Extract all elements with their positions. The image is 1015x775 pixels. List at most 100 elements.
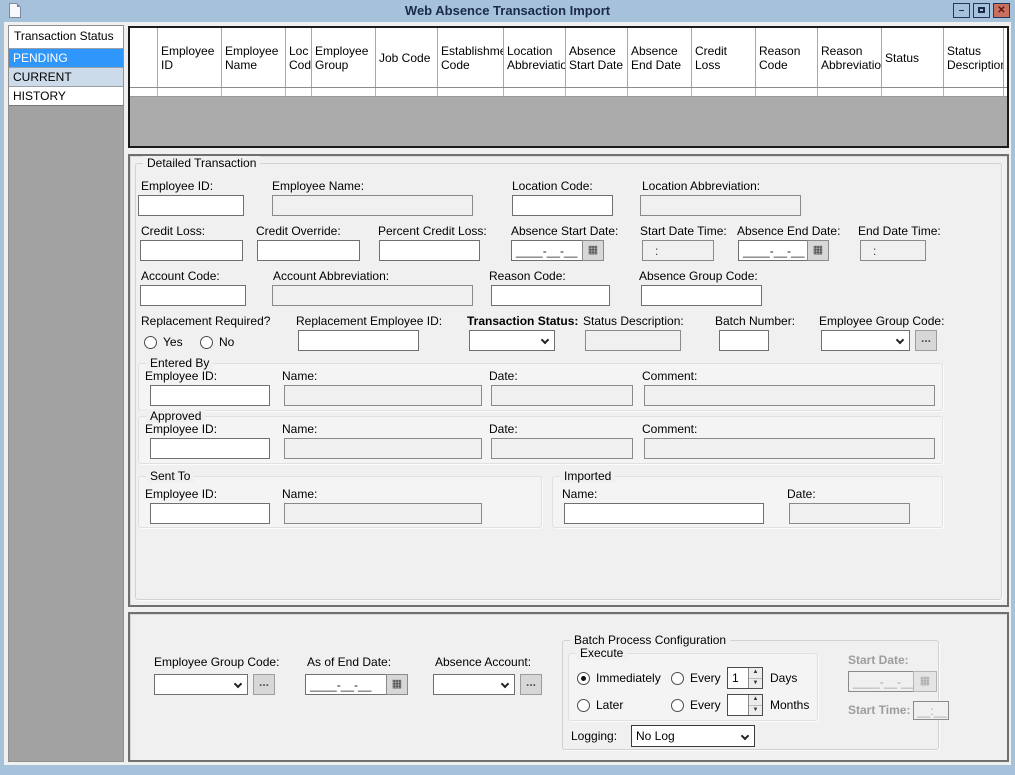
grid-column-header[interactable]: Status xyxy=(882,28,944,87)
imported-date-label: Date: xyxy=(787,487,816,501)
grid-column-header[interactable]: Absence Start Date xyxy=(566,28,628,87)
grid-column-header[interactable]: Job Code xyxy=(376,28,438,87)
logging-dropdown[interactable]: No Log xyxy=(631,725,755,747)
bottom-employee-group-code-dropdown[interactable] xyxy=(154,674,248,695)
grid-column-header[interactable]: Employee ID xyxy=(158,28,222,87)
replacement-no-radio[interactable] xyxy=(200,336,213,349)
absence-account-browse-button[interactable]: ... xyxy=(520,674,542,695)
grid-column-header[interactable]: Location Abbreviation xyxy=(504,28,566,87)
credit-override-field[interactable] xyxy=(257,240,360,261)
maximize-button[interactable] xyxy=(973,3,990,18)
chevron-down-icon xyxy=(233,679,243,689)
grid-empty-cell xyxy=(130,88,158,96)
start-time-field: __:__ xyxy=(913,701,949,720)
grid-column-header[interactable]: Employee Group xyxy=(312,28,376,87)
time-mask: : xyxy=(873,244,877,258)
credit-loss-label: Credit Loss: xyxy=(141,224,206,238)
days-spinner-value: 1 xyxy=(732,671,739,685)
approved-employee-id-field[interactable] xyxy=(150,438,270,459)
sent-to-employee-id-field[interactable] xyxy=(150,503,270,524)
grid-empty-cell xyxy=(944,88,1004,96)
approved-name-label: Name: xyxy=(282,422,318,436)
execute-later-radio[interactable] xyxy=(577,699,590,712)
percent-credit-loss-field[interactable] xyxy=(379,240,480,261)
execute-immediately-radio[interactable] xyxy=(577,672,590,685)
spinner-down-icon[interactable]: ▼ xyxy=(749,705,762,715)
replacement-employee-id-label: Replacement Employee ID: xyxy=(296,314,443,328)
sidebar-item-history[interactable]: HISTORY xyxy=(9,86,123,105)
grid-column-header[interactable]: Employee Name xyxy=(222,28,286,87)
reason-code-field[interactable] xyxy=(491,285,610,306)
time-mask: : xyxy=(655,244,659,258)
absence-group-code-label: Absence Group Code: xyxy=(639,269,758,283)
percent-credit-loss-label: Percent Credit Loss: xyxy=(378,224,487,238)
chevron-down-icon xyxy=(500,679,510,689)
chevron-down-icon xyxy=(895,335,905,345)
employee-name-field xyxy=(272,195,473,216)
replacement-employee-id-field[interactable] xyxy=(298,330,419,351)
days-spinner[interactable]: 1 ▲ ▼ xyxy=(727,667,763,689)
transaction-status-label: Transaction Status: xyxy=(467,314,579,328)
absence-end-date-field[interactable]: ____-__-__ xyxy=(738,240,808,261)
sent-to-title: Sent To xyxy=(146,469,195,483)
transaction-status-sidebar: Transaction Status PENDING CURRENT HISTORY xyxy=(8,25,124,762)
as-of-end-date-field[interactable]: ____-__-__ xyxy=(305,674,387,695)
close-button[interactable]: ✕ xyxy=(993,3,1010,18)
employee-id-label: Employee ID: xyxy=(141,179,214,193)
employee-group-code-browse-button[interactable]: ... xyxy=(915,330,937,351)
bottom-employee-group-code-label: Employee Group Code: xyxy=(154,655,280,669)
employee-id-field[interactable] xyxy=(138,195,244,216)
months-spinner[interactable]: ▲ ▼ xyxy=(727,694,763,716)
account-code-field[interactable] xyxy=(140,285,246,306)
grid-column-header[interactable]: Credit Loss xyxy=(692,28,756,87)
absence-group-code-field[interactable] xyxy=(641,285,762,306)
absence-account-dropdown[interactable] xyxy=(433,674,515,695)
absence-account-label: Absence Account: xyxy=(435,655,532,669)
sidebar-header: Transaction Status xyxy=(9,26,123,48)
sidebar-items: PENDING CURRENT HISTORY xyxy=(9,48,123,105)
entered-by-employee-id-field[interactable] xyxy=(150,385,270,406)
spinner-down-icon[interactable]: ▼ xyxy=(749,678,762,688)
spinner-up-icon[interactable]: ▲ xyxy=(749,695,762,706)
grid-empty-cell xyxy=(692,88,756,96)
spinner-up-icon[interactable]: ▲ xyxy=(749,668,762,679)
sent-to-name-label: Name: xyxy=(282,487,318,501)
grid-empty-row[interactable] xyxy=(130,88,1007,97)
credit-loss-field[interactable] xyxy=(140,240,243,261)
grid-column-header[interactable]: Loc Code xyxy=(286,28,312,87)
grid-empty-cell xyxy=(628,88,692,96)
batch-number-field[interactable] xyxy=(719,330,769,351)
calendar-icon: ▦ xyxy=(391,678,403,690)
grid-column-header[interactable]: Establishment Code xyxy=(438,28,504,87)
chevron-down-icon xyxy=(540,335,550,345)
replacement-yes-radio[interactable] xyxy=(144,336,157,349)
location-code-field[interactable] xyxy=(512,195,613,216)
minimize-button[interactable]: – xyxy=(953,3,970,18)
ellipsis-icon: ... xyxy=(920,331,931,345)
start-date-time-field: : xyxy=(642,240,714,261)
grid-empty-cell xyxy=(376,88,438,96)
execute-every-days-radio[interactable] xyxy=(671,672,684,685)
status-description-field xyxy=(585,330,681,351)
grid-column-header[interactable]: Absence End Date xyxy=(628,28,692,87)
grid-column-header[interactable]: Reason Abbreviation xyxy=(818,28,882,87)
bottom-employee-group-code-browse-button[interactable]: ... xyxy=(253,674,275,695)
sidebar-item-pending[interactable]: PENDING xyxy=(9,48,123,67)
imported-name-field[interactable] xyxy=(564,503,764,524)
transaction-status-dropdown[interactable] xyxy=(469,330,555,351)
as-of-end-date-calendar-button[interactable]: ▦ xyxy=(386,674,408,695)
execute-every-months-radio[interactable] xyxy=(671,699,684,712)
absence-end-date-calendar-button[interactable]: ▦ xyxy=(807,240,829,261)
sidebar-item-current[interactable]: CURRENT xyxy=(9,67,123,86)
absence-start-date-calendar-button[interactable]: ▦ xyxy=(582,240,604,261)
account-code-label: Account Code: xyxy=(141,269,220,283)
approved-name-field xyxy=(284,438,482,459)
grid-column-header[interactable]: Reason Code xyxy=(756,28,818,87)
employee-group-code-dropdown[interactable] xyxy=(821,330,910,351)
grid-column-header[interactable] xyxy=(130,28,158,87)
absence-start-date-field[interactable]: ____-__-__ xyxy=(511,240,583,261)
grid-column-header[interactable]: Status Description xyxy=(944,28,1004,87)
transactions-grid: Employee IDEmployee NameLoc CodeEmployee… xyxy=(128,26,1009,148)
date-mask: ____-__-__ xyxy=(743,244,805,258)
calendar-icon: ▦ xyxy=(587,244,599,256)
